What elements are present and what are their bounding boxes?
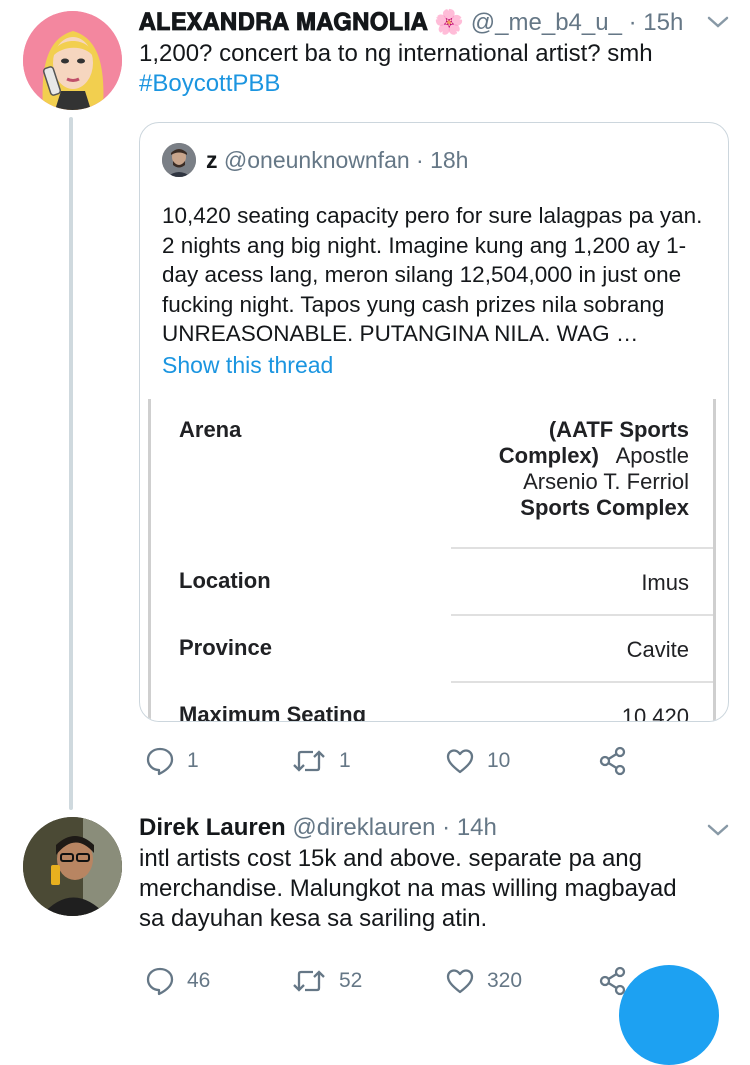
tweet1-display-name[interactable]: 𝐀𝐋𝐄𝐗𝐀𝐍𝐃𝐑𝐀 𝐌𝐀𝐆𝐍𝐎𝐋𝐈𝐀 🌸 bbox=[139, 9, 464, 36]
table-label-arena: Arena bbox=[179, 417, 242, 442]
tweet2-header: Direk Lauren @direklauren · 14h bbox=[139, 814, 497, 842]
quoted-text: 10,420 seating capacity pero for sure la… bbox=[162, 203, 703, 347]
table-divider bbox=[451, 547, 713, 549]
table-value-seating: 10,420 bbox=[621, 704, 689, 722]
avatar-me-b4-u[interactable] bbox=[23, 11, 122, 110]
tweet1-header: 𝐀𝐋𝐄𝐗𝐀𝐍𝐃𝐑𝐀 𝐌𝐀𝐆𝐍𝐎𝐋𝐈𝐀 🌸 @_me_b4_u_ · 15h bbox=[139, 8, 683, 37]
tweet1-hashtag[interactable]: #BoycottPBB bbox=[139, 69, 280, 99]
share-button[interactable] bbox=[598, 746, 628, 776]
quoted-display-name[interactable]: z bbox=[206, 147, 218, 173]
like-icon bbox=[446, 969, 474, 994]
quoted-avatar[interactable] bbox=[162, 143, 196, 177]
avatar-photo bbox=[23, 817, 122, 916]
retweet-icon bbox=[293, 970, 325, 992]
table-divider bbox=[451, 614, 713, 616]
reply-icon bbox=[146, 747, 174, 776]
thread-connector-line bbox=[69, 117, 73, 810]
tweet2-display-name[interactable]: Direk Lauren bbox=[139, 814, 286, 841]
share-icon bbox=[599, 746, 626, 776]
like-count: 320 bbox=[487, 969, 523, 992]
quoted-handle-time[interactable]: @oneunknownfan · 18h bbox=[224, 147, 469, 173]
reply-icon bbox=[146, 967, 174, 996]
retweet-icon bbox=[293, 750, 325, 772]
quoted-header: z @oneunknownfan · 18h bbox=[206, 147, 468, 174]
table-label-location: Location bbox=[179, 568, 271, 593]
tweet1-text: 1,200? concert ba to ng international ar… bbox=[139, 40, 653, 67]
avatar-illustration bbox=[23, 11, 122, 110]
avatar-direklauren[interactable] bbox=[23, 817, 122, 916]
table-label-seating: Maximum Seating bbox=[179, 702, 367, 722]
show-thread-link[interactable]: Show this thread bbox=[162, 352, 333, 379]
retweet-count: 1 bbox=[339, 749, 351, 772]
retweet-count: 52 bbox=[339, 969, 363, 992]
tweet1-handle-time[interactable]: @_me_b4_u_ · 15h bbox=[471, 9, 684, 36]
table-value-arena-2a: Complex) bbox=[498, 443, 599, 468]
chevron-down-icon[interactable] bbox=[706, 14, 730, 30]
retweet-button[interactable]: 1 bbox=[291, 746, 351, 776]
like-button[interactable]: 10 bbox=[445, 746, 510, 776]
table-value-arena-1: (AATF Sports bbox=[548, 417, 689, 442]
like-icon bbox=[446, 749, 474, 774]
like-count: 10 bbox=[487, 749, 511, 772]
table-value-arena-3: Arsenio T. Ferriol bbox=[523, 469, 689, 494]
reply-button[interactable]: 46 bbox=[145, 966, 210, 996]
retweet-button[interactable]: 52 bbox=[291, 966, 362, 996]
reply-count: 46 bbox=[187, 969, 211, 992]
quoted-image-table[interactable]: Arena (AATF Sports Complex) Apostle Arse… bbox=[148, 399, 716, 722]
chevron-down-icon[interactable] bbox=[706, 822, 730, 838]
compose-tweet-button[interactable] bbox=[619, 965, 719, 1065]
like-button[interactable]: 320 bbox=[445, 966, 522, 996]
table-value-arena-4: Sports Complex bbox=[520, 495, 689, 520]
table-value-location: Imus bbox=[641, 570, 689, 595]
reply-button[interactable]: 1 bbox=[145, 746, 199, 776]
tweet2-handle-time[interactable]: @direklauren · 14h bbox=[292, 814, 496, 841]
tweet2-text: intl artists cost 15k and above. separat… bbox=[139, 845, 677, 932]
table-label-province: Province bbox=[179, 635, 272, 660]
reply-count: 1 bbox=[187, 749, 199, 772]
quoted-avatar-image bbox=[162, 143, 196, 177]
table-value-province: Cavite bbox=[626, 637, 689, 662]
table-divider bbox=[451, 681, 713, 683]
quoted-tweet-card[interactable]: z @oneunknownfan · 18h 10,420 seating ca… bbox=[139, 122, 729, 722]
table-value-arena-2b: Apostle bbox=[615, 443, 689, 468]
